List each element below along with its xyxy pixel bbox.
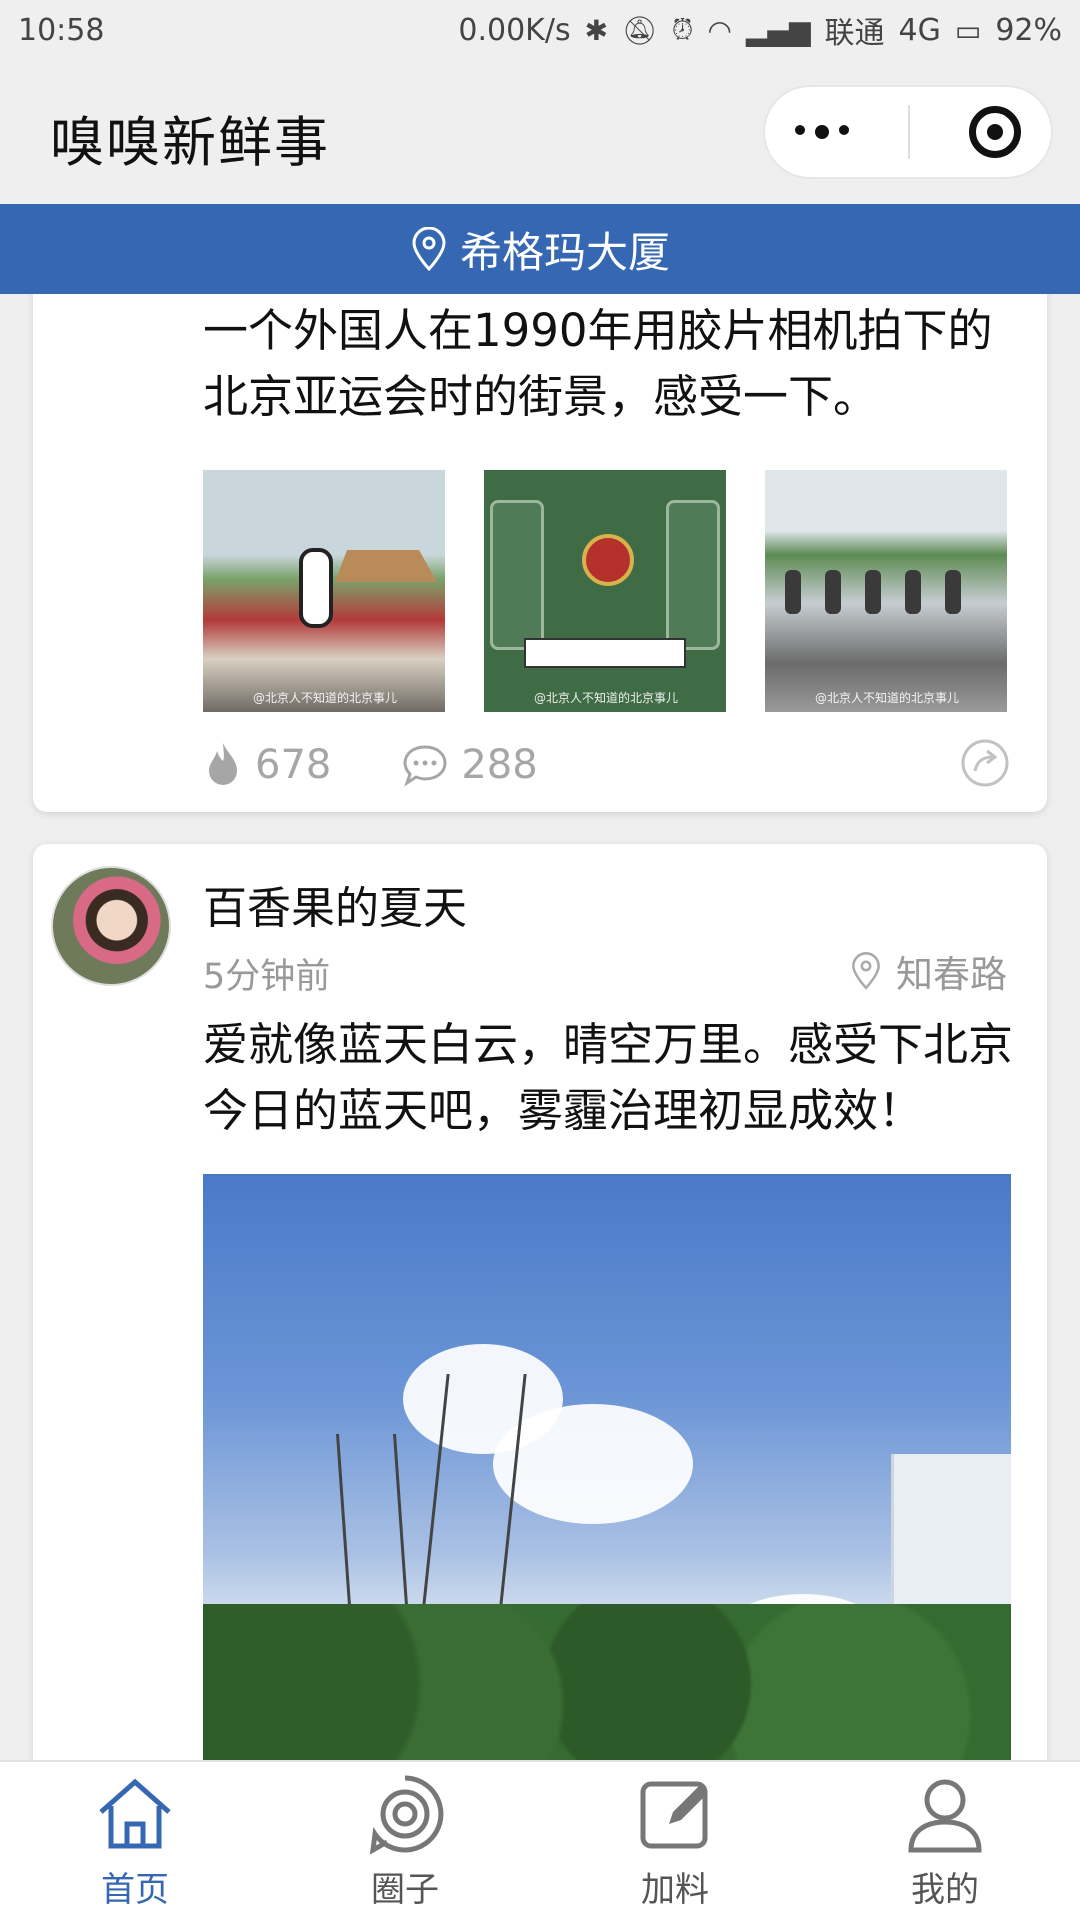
gate-roof-graphic: [335, 550, 437, 582]
comment-button[interactable]: 288: [401, 742, 538, 788]
cyclist-graphic: [825, 570, 841, 614]
edit-icon: [640, 1781, 708, 1848]
panda-mascot-graphic: [299, 548, 333, 628]
train-window: [666, 500, 720, 650]
capsule-divider: [907, 105, 910, 159]
post-actions: 678 288: [203, 737, 1011, 793]
trees-graphic: [203, 1604, 1011, 1760]
location-bar[interactable]: 希格玛大厦: [0, 204, 1080, 294]
tab-label: 加料: [641, 1869, 709, 1910]
post-image[interactable]: @北京人不知道的北京事儿: [203, 470, 445, 712]
tab-label: 首页: [101, 1869, 169, 1910]
close-target-icon[interactable]: [969, 106, 1022, 158]
mute-icon: 🔕︎: [622, 13, 658, 47]
tab-label: 圈子: [371, 1869, 439, 1910]
tab-label: 我的: [911, 1869, 979, 1910]
share-icon[interactable]: [959, 737, 1011, 789]
avatar[interactable]: [51, 866, 171, 986]
cyclist-graphic: [945, 570, 961, 614]
battery-level: 92%: [995, 12, 1062, 48]
like-button[interactable]: 678: [203, 741, 331, 789]
status-bar: 10:58 0.00K/s ✱ 🔕︎ ⏰︎ ◠ ▂▄▆ 联通 4G ▭ 92%: [0, 0, 1080, 60]
post-image[interactable]: @北京人不知道的北京事儿: [484, 470, 726, 712]
location-name: 希格玛大厦: [459, 227, 670, 277]
feed[interactable]: 一个外国人在1990年用胶片相机拍下的北京亚运会时的街景，感受一下。 @北京人不…: [0, 294, 1080, 1760]
post-image[interactable]: [203, 1174, 1011, 1760]
tab-mine[interactable]: 我的: [810, 1762, 1080, 1920]
more-icon[interactable]: [794, 125, 849, 139]
train-window: [490, 500, 544, 650]
location-pin-icon: [852, 952, 880, 990]
user-icon: [908, 1779, 982, 1852]
post-image[interactable]: @北京人不知道的北京事儿: [765, 470, 1007, 712]
flame-icon: [209, 743, 237, 785]
page-title: 嗅嗅新鲜事: [50, 111, 330, 174]
image-grid: @北京人不知道的北京事儿 @北京人不知道的北京事儿 @北京人不知道的北京事儿: [203, 470, 1011, 712]
post-location[interactable]: 知春路: [850, 944, 1007, 998]
image-watermark: @北京人不知道的北京事儿: [815, 691, 960, 705]
post-time: 5分钟前: [203, 957, 331, 997]
status-indicators: 0.00K/s ✱ 🔕︎ ⏰︎ ◠ ▂▄▆ 联通 4G ▭ 92%: [458, 8, 1062, 52]
tab-add[interactable]: 加料: [540, 1762, 810, 1920]
cloud-graphic: [493, 1404, 693, 1524]
status-time: 10:58: [18, 12, 105, 48]
image-watermark: @北京人不知道的北京事儿: [253, 691, 398, 705]
post-location-name: 知春路: [896, 953, 1007, 996]
cyclist-graphic: [785, 570, 801, 614]
image-watermark: @北京人不知道的北京事儿: [534, 691, 679, 705]
home-icon: [99, 1778, 171, 1848]
cyclist-graphic: [905, 570, 921, 614]
battery-icon: ▭: [954, 13, 982, 47]
national-emblem-graphic: [582, 534, 634, 586]
like-count: 678: [255, 742, 332, 788]
author-name[interactable]: 百香果的夏天: [203, 872, 467, 936]
miniprogram-capsule: [763, 85, 1053, 179]
comment-icon: [403, 745, 447, 787]
tab-circle[interactable]: 圈子: [270, 1762, 540, 1920]
circle-icon: [369, 1775, 444, 1855]
tab-bar: 首页 圈子 加料 我的: [0, 1760, 1080, 1920]
signal-icon: ▂▄▆: [745, 13, 811, 47]
tab-home[interactable]: 首页: [0, 1762, 270, 1920]
post-text: 爱就像蓝天白云，晴空万里。感受下北京今日的蓝天吧，雾霾治理初显成效！: [203, 1018, 1014, 1137]
wifi-icon: ◠: [707, 13, 732, 47]
bluetooth-icon: ✱: [584, 13, 609, 47]
post-text: 一个外国人在1990年用胶片相机拍下的北京亚运会时的街景，感受一下。: [203, 304, 993, 423]
post-card[interactable]: 一个外国人在1990年用胶片相机拍下的北京亚运会时的街景，感受一下。 @北京人不…: [33, 294, 1047, 812]
comment-count: 288: [461, 742, 538, 788]
alarm-icon: ⏰︎: [671, 13, 694, 46]
net-speed: 0.00K/s: [458, 12, 571, 48]
post-card[interactable]: 百香果的夏天 5分钟前 知春路 爱就像蓝天白云，晴空万里。感受下北京今日的蓝天吧…: [33, 844, 1047, 1760]
network-type: 4G: [898, 12, 941, 48]
carrier: 联通: [824, 16, 885, 51]
train-plate-graphic: [524, 638, 686, 668]
header: 嗅嗅新鲜事: [0, 60, 1080, 204]
cyclist-graphic: [865, 570, 881, 614]
location-pin-icon: [412, 227, 446, 271]
